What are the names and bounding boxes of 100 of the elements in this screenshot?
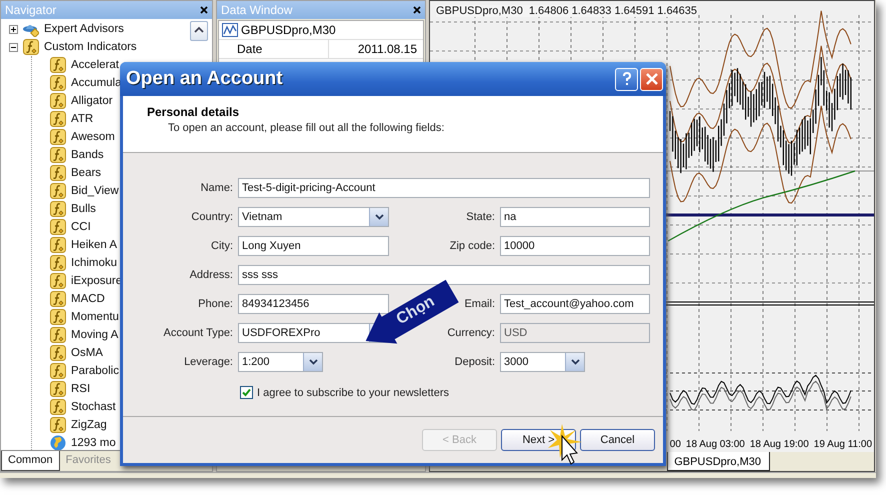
- tree-item[interactable]: RSI: [71, 383, 90, 395]
- dropdown-button[interactable]: [303, 353, 322, 371]
- symbol-label: GBPUSDpro,M30: [241, 23, 336, 37]
- function-icon: [50, 57, 66, 73]
- checkbox-label: I agree to subscribe to your newsletters: [257, 386, 449, 398]
- function-icon: [50, 309, 66, 325]
- text-field[interactable]: 84934123456: [238, 294, 389, 314]
- dropdown-button[interactable]: [369, 208, 388, 226]
- function-icon: [50, 111, 66, 127]
- field-label: Zip code:: [450, 239, 495, 254]
- field-label: Phone:: [198, 297, 233, 312]
- function-icon: [50, 273, 66, 289]
- dropdown-button[interactable]: [565, 353, 584, 371]
- function-icon: [50, 147, 66, 163]
- function-icon: [50, 93, 66, 109]
- tree-item[interactable]: Bands: [71, 149, 104, 161]
- function-icon: [50, 399, 66, 415]
- price-values: 1.64806 1.64833 1.64591 1.64635: [528, 5, 698, 17]
- chart-symbol: GBPUSDpro,M30: [436, 5, 523, 17]
- globe-icon: [50, 435, 66, 450]
- tree-item[interactable]: CCI: [71, 221, 91, 233]
- field-label: City:: [211, 239, 233, 254]
- function-icon: [50, 345, 66, 361]
- function-icon: [50, 75, 66, 91]
- tab[interactable]: Common: [1, 451, 60, 471]
- checkbox[interactable]: [240, 386, 253, 399]
- tree-item[interactable]: Accelerat: [71, 59, 119, 71]
- dropdown[interactable]: Vietnam: [238, 207, 389, 227]
- help-button[interactable]: [615, 68, 638, 90]
- tree-item[interactable]: ZigZag: [71, 419, 107, 431]
- text-field[interactable]: Test-5-digit-pricing-Account: [238, 178, 650, 198]
- instruction-text: To open an account, please fill out all the following fields:: [168, 122, 446, 134]
- field-label: Name:: [200, 181, 233, 196]
- tree-item[interactable]: Ichimoku: [71, 257, 118, 269]
- tree-item[interactable]: Bid_View: [71, 185, 119, 197]
- time-label: 00: [670, 439, 681, 450]
- function-icon: [50, 255, 66, 271]
- tree-item[interactable]: ATR: [71, 113, 94, 125]
- field-label: Address:: [190, 268, 233, 283]
- function-icon: [50, 219, 66, 235]
- function-icon: [50, 165, 66, 181]
- text-field[interactable]: na: [500, 207, 650, 227]
- tree-item[interactable]: Parabolic: [71, 365, 119, 377]
- tree-item[interactable]: Alligator: [71, 95, 113, 107]
- field-label: Leverage:: [184, 355, 233, 370]
- expand-icon[interactable]: [9, 24, 18, 34]
- data-value: 2011.08.15: [356, 41, 418, 58]
- chevron-down-icon: [308, 359, 318, 365]
- text-field[interactable]: Long Xuyen: [238, 236, 389, 256]
- collapse-icon[interactable]: [9, 42, 18, 52]
- field-label: State:: [466, 210, 495, 225]
- time-label: 18 Aug 19:00: [750, 439, 809, 450]
- function-icon: [50, 291, 66, 307]
- close-icon: [646, 73, 658, 85]
- chart-tab[interactable]: GBPUSDpro,M30: [667, 452, 770, 471]
- tree-item[interactable]: OsMA: [71, 347, 103, 359]
- tree-item[interactable]: Bulls: [71, 203, 96, 215]
- chevron-down-icon: [374, 214, 384, 220]
- wizard-button[interactable]: Cancel: [580, 429, 655, 451]
- tree-item[interactable]: Bears: [71, 167, 102, 179]
- close-button[interactable]: [640, 68, 663, 90]
- dropdown[interactable]: 3000: [500, 352, 585, 372]
- tree-item[interactable]: MACD: [71, 293, 105, 305]
- dialog-title: Open an Account: [126, 68, 284, 90]
- function-icon: [50, 381, 66, 397]
- tree-item[interactable]: Awesom: [71, 131, 115, 143]
- field-label: Currency:: [447, 326, 495, 341]
- tree-item[interactable]: Momentu: [71, 311, 119, 323]
- text-field[interactable]: 10000: [500, 236, 650, 256]
- time-label: 18 Aug 03:00: [686, 439, 745, 450]
- function-icon: [50, 129, 66, 145]
- dropdown[interactable]: 1:200: [238, 352, 323, 372]
- tree-item[interactable]: Heiken A: [71, 239, 118, 251]
- tree-item[interactable]: Expert Advisors: [44, 23, 124, 35]
- function-icon: [50, 417, 66, 433]
- function-icon: [23, 39, 39, 55]
- function-icon: [50, 363, 66, 379]
- text-field[interactable]: Test_account@yahoo.com: [500, 294, 650, 314]
- field-label: Account Type:: [163, 326, 233, 341]
- tree-item[interactable]: iExposure: [71, 275, 122, 287]
- field-label: Email:: [464, 297, 495, 312]
- text-field[interactable]: sss sss: [238, 265, 650, 285]
- readonly-field: USD: [500, 323, 650, 343]
- scroll-up-button[interactable]: [190, 21, 208, 41]
- tree-item[interactable]: Custom Indicators: [44, 41, 137, 53]
- data-label: Date: [219, 40, 329, 58]
- close-icon[interactable]: [200, 6, 208, 14]
- field-label: Country:: [191, 210, 233, 225]
- function-icon: [50, 201, 66, 217]
- tree-item[interactable]: 1293 mo: [71, 437, 116, 449]
- question-mark-icon: [622, 72, 632, 86]
- tree-item[interactable]: Accumula: [71, 77, 122, 89]
- tree-item[interactable]: Moving A: [71, 329, 118, 341]
- panel-title: Data Window: [221, 3, 292, 17]
- close-icon[interactable]: [413, 6, 421, 14]
- chevron-down-icon: [570, 359, 580, 365]
- tree-item[interactable]: Stochast: [71, 401, 116, 413]
- function-icon: [50, 327, 66, 343]
- function-icon: [50, 183, 66, 199]
- section-heading: Personal details: [147, 105, 240, 119]
